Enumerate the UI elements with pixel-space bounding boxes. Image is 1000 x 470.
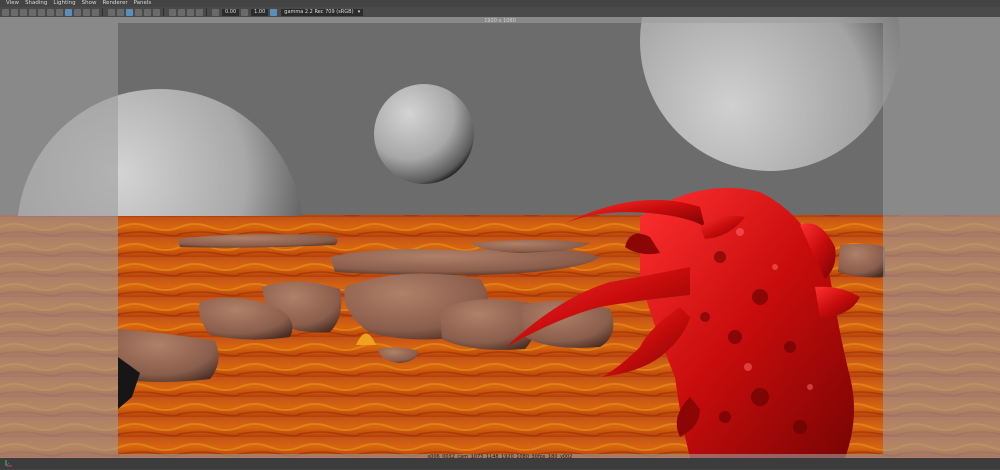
chevron-down-icon: ▾ [357, 8, 361, 15]
textured-icon[interactable] [126, 8, 133, 16]
viewport[interactable]: 1920 x 1080 s006_0032_cam_1073_1148_1920… [0, 17, 1000, 458]
panel-menu-bar: View Shading Lighting Show Renderer Pane… [0, 0, 1000, 7]
menu-view[interactable]: View [6, 0, 19, 7]
viewport-bottom-bar [0, 458, 1000, 469]
shadows-icon[interactable] [144, 8, 151, 16]
menu-shading[interactable]: Shading [25, 0, 47, 7]
resolution-gate-icon[interactable] [56, 8, 63, 16]
view-axis-icon [4, 459, 14, 470]
menu-lighting[interactable]: Lighting [53, 0, 75, 7]
film-gate-icon[interactable] [47, 8, 54, 16]
image-plane-icon[interactable] [29, 8, 36, 16]
safe-action-icon[interactable] [83, 8, 90, 16]
lights-icon[interactable] [135, 8, 142, 16]
toolbar-divider [206, 8, 207, 16]
camera-attributes-icon[interactable] [11, 8, 18, 16]
toolbar-divider [163, 8, 164, 16]
panel-toolbar: 0.00 1.00 gamma 2.2 Rec 709 (sRGB) ▾ [0, 7, 1000, 17]
select-camera-icon[interactable] [2, 8, 9, 16]
field-chart-icon[interactable] [74, 8, 81, 16]
color-space-value: gamma 2.2 Rec 709 (sRGB) [284, 8, 354, 15]
xray-components-icon[interactable] [196, 8, 203, 16]
menu-renderer[interactable]: Renderer [102, 0, 127, 7]
color-space-dropdown[interactable]: gamma 2.2 Rec 709 (sRGB) ▾ [281, 8, 364, 16]
gamma-icon[interactable] [241, 8, 249, 16]
xray-icon[interactable] [178, 8, 185, 16]
wireframe-icon[interactable] [108, 8, 115, 16]
resolution-gate-label: 1920 x 1080 [484, 18, 516, 24]
gamma-field[interactable]: 1.00 [251, 8, 269, 16]
safe-title-icon[interactable] [92, 8, 99, 16]
isolate-select-icon[interactable] [169, 8, 176, 16]
toolbar-divider [102, 8, 103, 16]
menu-show[interactable]: Show [82, 0, 97, 7]
xray-joints-icon[interactable] [187, 8, 194, 16]
exposure-icon[interactable] [212, 8, 219, 16]
menu-panels[interactable]: Panels [134, 0, 152, 7]
ambient-occlusion-icon[interactable] [153, 8, 160, 16]
gate-mask-icon[interactable] [65, 8, 72, 16]
viewport-render [0, 17, 1000, 458]
exposure-field[interactable]: 0.00 [222, 8, 240, 16]
grid-icon[interactable] [38, 8, 45, 16]
bookmarks-icon[interactable] [20, 8, 27, 16]
smooth-shade-icon[interactable] [117, 8, 124, 16]
color-management-icon[interactable] [270, 8, 278, 16]
